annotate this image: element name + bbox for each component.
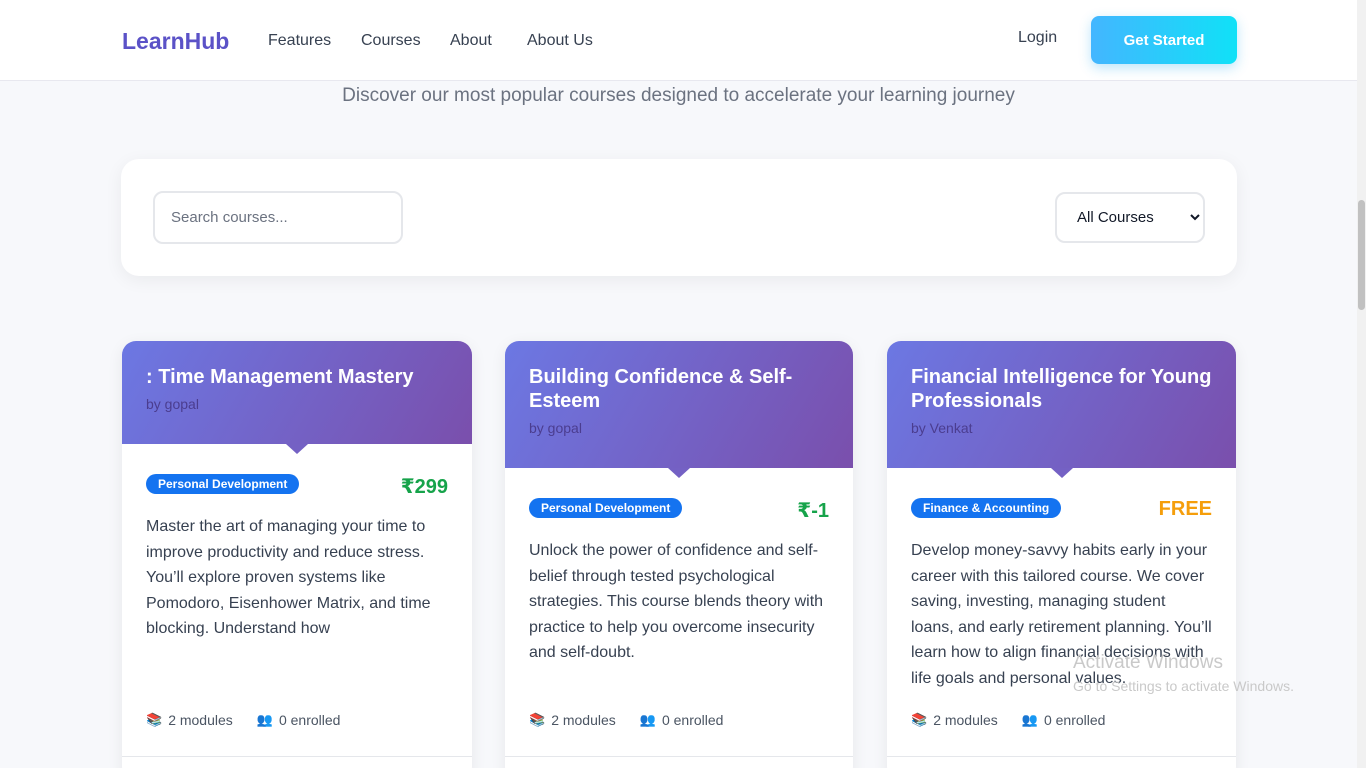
search-input[interactable] [153,191,403,244]
nav-link-features[interactable]: Features [268,32,331,50]
course-description: Master the art of managing your time to … [146,518,431,638]
books-icon: 📚 [146,712,163,727]
card-divider [887,756,1236,757]
course-meta: 📚 2 modules 👥 0 enrolled [146,712,340,728]
brand-logo[interactable]: LearnHub [122,28,229,55]
nav-link-about-us[interactable]: About Us [527,32,593,50]
course-card-header: : Time Management Mastery by gopal [122,341,472,454]
people-icon: 👥 [256,712,273,727]
course-price: FREE [1158,498,1212,520]
login-link[interactable]: Login [1018,29,1057,47]
course-title: Financial Intelligence for Young Profess… [911,366,1212,412]
enrolled-count: 👥 0 enrolled [1022,712,1106,728]
category-badge: Finance & Accounting [911,498,1062,518]
modules-count: 📚 2 modules [146,712,233,728]
enrolled-label: 0 enrolled [661,712,724,728]
course-card-body: Personal Development ₹-1 Unlock the powe… [505,468,853,666]
course-author: by gopal [529,420,582,436]
enrolled-label: 0 enrolled [1043,712,1106,728]
course-description: Unlock the power of confidence and self-… [529,542,824,662]
course-title: Building Confidence & Self-Esteem [529,366,793,412]
course-card-body: Finance & Accounting FREE Develop money-… [887,468,1236,692]
course-meta: 📚 2 modules 👥 0 enrolled [529,712,723,728]
category-select[interactable]: All Courses [1055,192,1205,243]
course-title: : Time Management Mastery [146,366,414,388]
card-divider [122,756,472,757]
course-card-body: Personal Development ₹299 Master the art… [122,444,472,642]
people-icon: 👥 [639,712,656,727]
filter-panel: All Courses [121,159,1237,276]
enrolled-count: 👥 0 enrolled [257,712,341,728]
course-price: ₹-1 [797,500,829,522]
course-description: Develop money-savvy habits early in your… [911,542,1212,687]
navbar: LearnHub Features Courses About About Us… [0,0,1357,81]
modules-label: 2 modules [168,712,233,728]
modules-label: 2 modules [551,712,616,728]
books-icon: 📚 [911,712,928,727]
category-badge: Personal Development [529,498,683,518]
course-card-header: Building Confidence & Self-Esteem by gop… [505,341,853,478]
enrolled-count: 👥 0 enrolled [640,712,724,728]
course-card[interactable]: : Time Management Mastery by gopal Perso… [122,341,472,768]
page-scrollbar[interactable] [1357,0,1366,768]
course-author: by gopal [146,396,199,412]
course-card-header: Financial Intelligence for Young Profess… [887,341,1236,478]
get-started-button[interactable]: Get Started [1091,16,1237,64]
card-divider [505,756,853,757]
course-card[interactable]: Building Confidence & Self-Esteem by gop… [505,341,853,768]
scrollbar-thumb[interactable] [1358,200,1365,310]
page-subtitle: Discover our most popular courses design… [342,85,1015,106]
books-icon: 📚 [529,712,546,727]
course-price: ₹299 [400,476,448,498]
modules-count: 📚 2 modules [911,712,998,728]
nav-link-courses[interactable]: Courses [361,32,421,50]
modules-count: 📚 2 modules [529,712,616,728]
course-card[interactable]: Financial Intelligence for Young Profess… [887,341,1236,768]
nav-link-about[interactable]: About [450,32,492,50]
category-badge: Personal Development [146,474,300,494]
course-author: by Venkat [911,420,973,436]
modules-label: 2 modules [933,712,998,728]
enrolled-label: 0 enrolled [278,712,341,728]
course-meta: 📚 2 modules 👥 0 enrolled [911,712,1105,728]
people-icon: 👥 [1021,712,1038,727]
